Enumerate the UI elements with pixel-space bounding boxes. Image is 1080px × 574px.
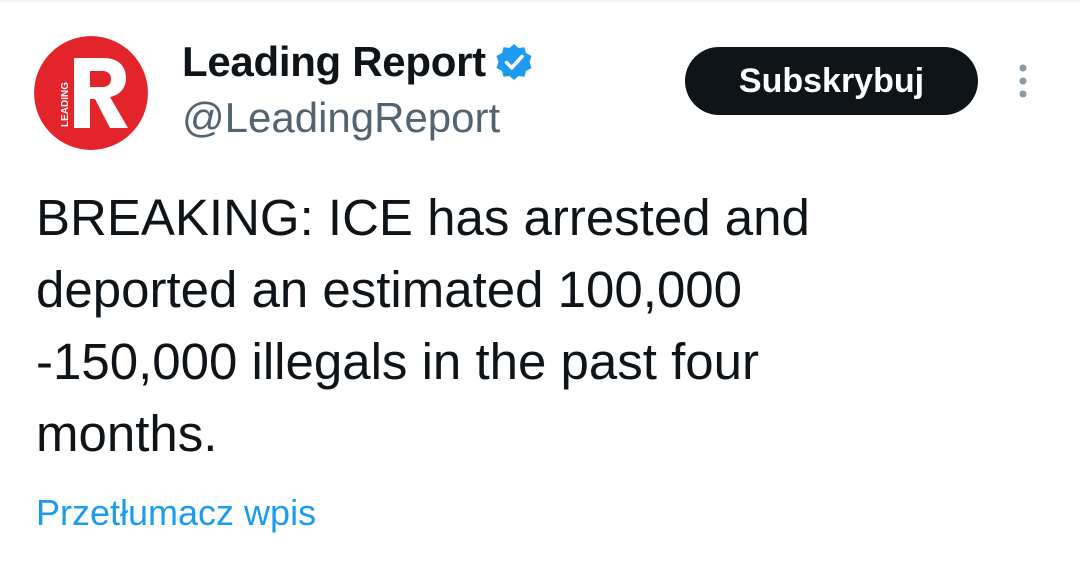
avatar[interactable]: LEADING [34,36,148,150]
user-handle[interactable]: @LeadingReport [182,94,534,142]
tweet-text: BREAKING: ICE has arrested and deported … [36,189,810,462]
avatar-wordmark: LEADING [60,82,71,127]
display-name[interactable]: Leading Report [182,38,486,86]
leading-report-logo-icon: LEADING [34,36,148,150]
top-divider [0,0,1080,2]
verified-badge-icon[interactable] [494,42,534,82]
name-row: Leading Report [182,36,534,88]
subscribe-button[interactable]: Subskrybuj [685,47,978,115]
more-vertical-icon[interactable] [1008,62,1038,102]
translate-post-link[interactable]: Przetłumacz wpis [36,492,316,534]
author-block: Leading Report @LeadingReport [182,36,534,142]
